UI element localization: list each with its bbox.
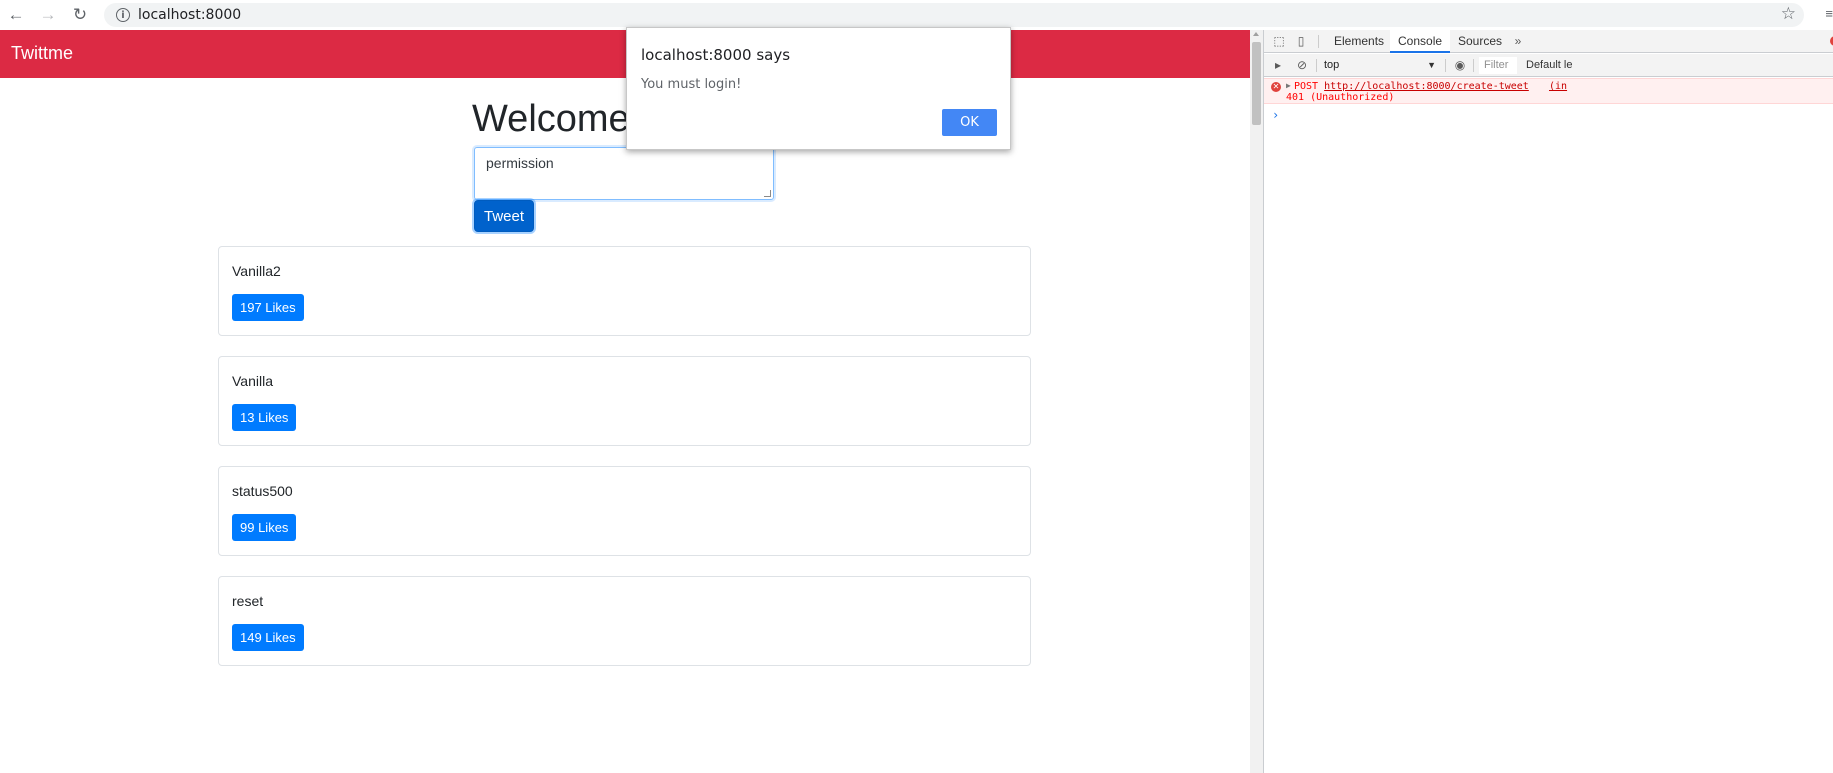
devtools-tabbar: ⬚ ▯ Elements Console Sources »: [1264, 30, 1833, 53]
like-button[interactable]: 149 Likes: [232, 624, 304, 651]
console-toolbar: ▸ ⊘ top ▼ ◉ Filter Default le: [1264, 54, 1833, 77]
error-url-link[interactable]: http://localhost:8000/create-tweet: [1324, 81, 1529, 92]
inspect-element-icon[interactable]: ⬚: [1272, 34, 1286, 48]
tweet-text: Vanilla: [232, 373, 273, 389]
address-bar[interactable]: i localhost:8000 ☆: [104, 3, 1804, 27]
scroll-up-icon[interactable]: [1253, 32, 1259, 36]
tweet-textarea[interactable]: permission: [474, 147, 774, 200]
browser-toolbar: ← → ↻ i localhost:8000 ☆ ≡: [0, 0, 1833, 30]
like-button[interactable]: 99 Likes: [232, 514, 297, 541]
like-button[interactable]: 197 Likes: [232, 294, 304, 321]
tweet-card: Vanilla2 197 Likes: [218, 246, 1031, 336]
log-levels-dropdown[interactable]: Default le: [1526, 57, 1572, 74]
chevron-down-icon: ▼: [1427, 60, 1436, 70]
brand-link[interactable]: Twittme: [11, 43, 73, 64]
resize-grip-icon[interactable]: [764, 190, 771, 197]
tweet-button[interactable]: Tweet: [474, 200, 534, 232]
back-icon[interactable]: ←: [0, 0, 32, 30]
tweet-text: status500: [232, 483, 293, 499]
divider: [1316, 59, 1317, 72]
tweet-text: Vanilla2: [232, 263, 281, 279]
error-source-link[interactable]: (in: [1549, 81, 1567, 92]
divider: [1318, 35, 1319, 48]
info-icon[interactable]: i: [116, 8, 130, 22]
device-toolbar-icon[interactable]: ▯: [1294, 34, 1308, 48]
devtools-panel: ⬚ ▯ Elements Console Sources » ▸ ⊘ top ▼…: [1263, 30, 1833, 773]
tab-elements[interactable]: Elements: [1326, 30, 1392, 53]
like-button[interactable]: 13 Likes: [232, 404, 297, 431]
page-viewport: Twittme Welcome t permission Tweet Vanil…: [0, 30, 1250, 773]
tab-console[interactable]: Console: [1390, 30, 1451, 53]
expand-arrow-icon[interactable]: ▶: [1286, 81, 1291, 90]
console-prompt-icon[interactable]: ›: [1272, 108, 1279, 122]
url-text[interactable]: localhost:8000: [138, 7, 241, 23]
tab-sources[interactable]: Sources: [1450, 30, 1510, 53]
eye-icon[interactable]: ◉: [1453, 58, 1467, 72]
scrollbar-thumb[interactable]: [1252, 42, 1261, 125]
app-navbar: Twittme: [0, 30, 1250, 78]
tweet-card: Vanilla 13 Likes: [218, 356, 1031, 446]
context-select[interactable]: top ▼: [1324, 57, 1436, 74]
ok-button[interactable]: OK: [942, 109, 997, 136]
error-status: 401 (Unauthorized): [1286, 92, 1395, 103]
divider: [1473, 59, 1474, 72]
tweet-card: status500 99 Likes: [218, 466, 1031, 556]
reload-icon[interactable]: ↻: [64, 0, 96, 30]
forward-icon[interactable]: →: [32, 0, 64, 30]
divider: [1445, 59, 1446, 72]
tweet-textarea-value: permission: [486, 155, 554, 171]
more-tabs-icon[interactable]: »: [1511, 34, 1525, 48]
alert-message: You must login!: [641, 77, 742, 92]
error-request: POST http://localhost:8000/create-tweet: [1294, 81, 1529, 92]
clear-console-icon[interactable]: ⊘: [1295, 58, 1309, 72]
star-icon[interactable]: ☆: [1781, 4, 1796, 24]
console-error-message: ✕ ▶ POST http://localhost:8000/create-tw…: [1264, 78, 1833, 104]
console-filter-input[interactable]: Filter: [1479, 57, 1517, 74]
context-value: top: [1324, 59, 1340, 71]
error-icon: ✕: [1271, 82, 1281, 92]
page-scrollbar[interactable]: [1250, 30, 1263, 773]
alert-dialog: localhost:8000 says You must login! OK: [626, 27, 1011, 150]
page-title: Welcome t: [472, 98, 651, 140]
alert-title: localhost:8000 says: [641, 46, 791, 64]
error-method: POST: [1294, 81, 1319, 92]
sidebar-toggle-icon[interactable]: ▸: [1271, 58, 1285, 72]
reading-list-icon[interactable]: ≡: [1825, 6, 1833, 21]
tweet-card: reset 149 Likes: [218, 576, 1031, 666]
tweet-text: reset: [232, 593, 264, 609]
